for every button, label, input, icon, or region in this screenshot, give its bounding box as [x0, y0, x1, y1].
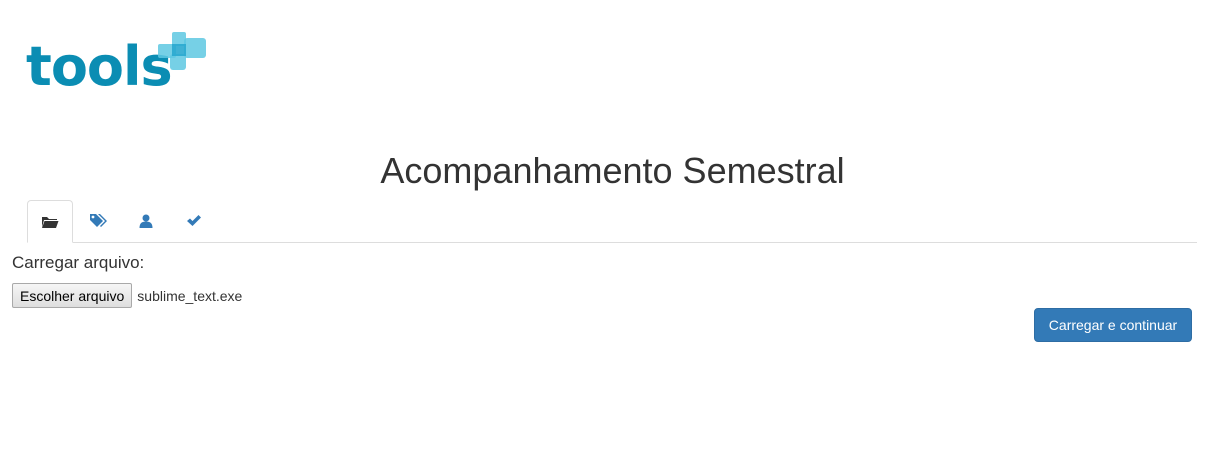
choose-file-button[interactable]: Escolher arquivo — [12, 283, 133, 308]
file-input: Escolher arquivo sublime_text.exe — [12, 283, 242, 308]
user-icon — [139, 214, 153, 228]
page: tools Acompanhamento Semestral Carregar … — [0, 0, 1225, 460]
wizard-tabs — [27, 200, 1197, 243]
tab-user[interactable] — [123, 200, 169, 241]
selected-file-name: sublime_text.exe — [137, 287, 243, 304]
tab-confirm[interactable] — [171, 200, 217, 241]
plus-logo-icon — [158, 32, 206, 70]
folder-open-icon — [42, 216, 59, 228]
tab-upload[interactable] — [27, 200, 73, 243]
upload-continue-button[interactable]: Carregar e continuar — [1034, 308, 1192, 342]
page-title: Acompanhamento Semestral — [380, 150, 845, 191]
tags-icon — [90, 214, 107, 227]
upload-label: Carregar arquivo: — [12, 253, 145, 272]
logo-text: tools — [26, 35, 173, 98]
checkmark-icon — [187, 215, 201, 226]
tools-logo: tools — [26, 30, 211, 110]
tab-tags[interactable] — [75, 200, 121, 241]
